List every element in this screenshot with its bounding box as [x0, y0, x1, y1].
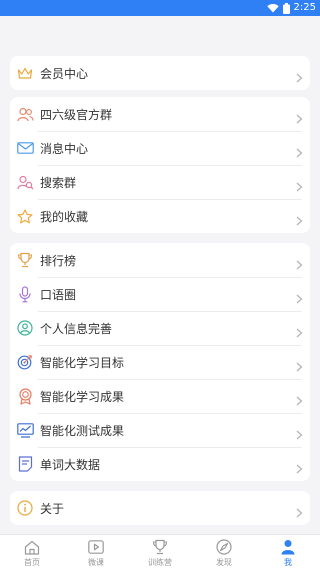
menu-item-about[interactable]: 关于: [10, 491, 310, 525]
menu-item-label: 个人信息完善: [40, 321, 113, 336]
search-users-icon: [16, 173, 34, 191]
menu-item-membership[interactable]: 会员中心: [10, 56, 310, 90]
tab-me[interactable]: 我: [256, 535, 320, 568]
wifi-icon: [266, 3, 279, 13]
menu-item-vocabulary-data[interactable]: 单词大数据: [10, 447, 310, 481]
chevron-right-icon: [296, 289, 303, 304]
menu-item-label: 四六级官方群: [40, 107, 113, 122]
about-card: 关于: [10, 491, 310, 525]
menu-item-search-group[interactable]: 搜索群: [10, 165, 310, 199]
microphone-icon: [16, 285, 34, 303]
tab-label: 训练营: [148, 558, 172, 567]
menu-item-label: 单词大数据: [40, 457, 101, 472]
menu-item-label: 智能化学习成果: [40, 389, 125, 404]
profile-icon: [16, 319, 34, 337]
tab-label: 我: [284, 558, 292, 567]
document-icon: [16, 455, 34, 473]
chevron-right-icon: [296, 177, 303, 192]
menu-item-label: 排行榜: [40, 253, 77, 268]
video-icon: [87, 538, 105, 556]
learning-card: 排行榜 口语圈 个人信息完善 智能化学习目标 智能化学习成果 智能化测试成果 单…: [10, 243, 310, 481]
menu-item-label: 搜索群: [40, 175, 77, 190]
tab-label: 微课: [88, 558, 104, 567]
menu-item-label: 消息中心: [40, 141, 89, 156]
chart-icon: [16, 421, 34, 439]
mail-icon: [16, 139, 34, 157]
target-icon: [16, 353, 34, 371]
community-card: 四六级官方群 消息中心 搜索群 我的收藏: [10, 97, 310, 233]
chevron-right-icon: [296, 503, 303, 518]
membership-card: 会员中心: [10, 56, 310, 90]
menu-item-profile-completion[interactable]: 个人信息完善: [10, 311, 310, 345]
tab-label: 发现: [216, 558, 232, 567]
menu-item-test-results[interactable]: 智能化测试成果: [10, 413, 310, 447]
menu-item-learning-results[interactable]: 智能化学习成果: [10, 379, 310, 413]
chevron-right-icon: [296, 68, 303, 83]
menu-item-speaking-circle[interactable]: 口语圈: [10, 277, 310, 311]
chevron-right-icon: [296, 255, 303, 270]
menu-item-label: 我的收藏: [40, 209, 89, 224]
star-icon: [16, 207, 34, 225]
tab-discover[interactable]: 发现: [192, 535, 256, 568]
info-icon: [16, 499, 34, 517]
menu-item-label: 智能化学习目标: [40, 355, 125, 370]
menu-item-learning-goal[interactable]: 智能化学习目标: [10, 345, 310, 379]
home-icon: [23, 538, 41, 556]
menu-item-label: 会员中心: [40, 66, 89, 81]
chevron-right-icon: [296, 109, 303, 124]
battery-icon: [282, 2, 290, 14]
chevron-right-icon: [296, 143, 303, 158]
trophy-icon: [151, 538, 169, 556]
menu-item-messages[interactable]: 消息中心: [10, 131, 310, 165]
chevron-right-icon: [296, 211, 303, 226]
chevron-right-icon: [296, 323, 303, 338]
tab-training-camp[interactable]: 训练营: [128, 535, 192, 568]
menu-item-official-group[interactable]: 四六级官方群: [10, 97, 310, 131]
tab-home[interactable]: 首页: [0, 535, 64, 568]
medal-icon: [16, 387, 34, 405]
chevron-right-icon: [296, 425, 303, 440]
menu-item-favorites[interactable]: 我的收藏: [10, 199, 310, 233]
menu-item-label: 口语圈: [40, 287, 77, 302]
menu-item-label: 智能化测试成果: [40, 423, 125, 438]
crown-icon: [16, 64, 34, 82]
chevron-right-icon: [296, 391, 303, 406]
chevron-right-icon: [296, 459, 303, 474]
tab-micro-course[interactable]: 微课: [64, 535, 128, 568]
compass-icon: [215, 538, 233, 556]
user-icon: [279, 538, 297, 556]
users-icon: [16, 105, 34, 123]
menu-item-label: 关于: [40, 501, 65, 516]
bottom-tab-bar: 首页 微课 训练营 发现 我: [0, 534, 320, 568]
status-bar: 2:25: [0, 0, 320, 16]
trophy-icon: [16, 251, 34, 269]
tab-label: 首页: [24, 558, 40, 567]
menu-item-leaderboard[interactable]: 排行榜: [10, 243, 310, 277]
clock-time: 2:25: [293, 2, 316, 13]
chevron-right-icon: [296, 357, 303, 372]
